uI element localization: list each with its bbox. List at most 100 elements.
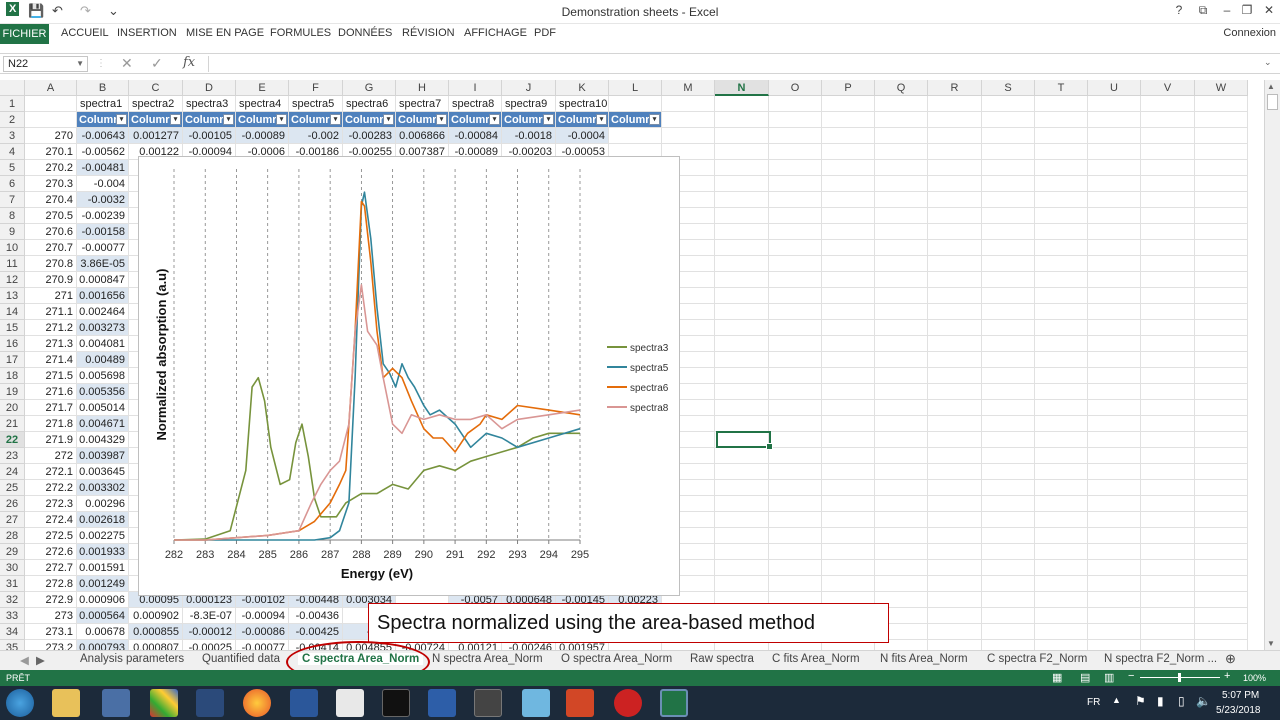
prev-sheet-icon[interactable]: ◀ xyxy=(20,653,29,667)
grid-cell[interactable] xyxy=(769,576,822,592)
grid-cell[interactable] xyxy=(982,512,1035,528)
row-header[interactable]: 35 xyxy=(0,640,25,650)
grid-cell[interactable] xyxy=(1035,608,1088,624)
grid-cell[interactable] xyxy=(1088,320,1141,336)
grid-cell[interactable] xyxy=(875,192,928,208)
sheet-tab-c-spectra-f2-norm[interactable]: C spectra F2_Norm xyxy=(987,653,1087,665)
grid-cell[interactable] xyxy=(1195,240,1248,256)
grid-cell[interactable] xyxy=(928,512,982,528)
grid-cell[interactable] xyxy=(822,480,875,496)
grid-cell[interactable] xyxy=(1195,384,1248,400)
grid-cell[interactable] xyxy=(822,336,875,352)
grid-cell[interactable] xyxy=(982,400,1035,416)
grid-cell[interactable] xyxy=(875,272,928,288)
grid-cell[interactable] xyxy=(769,208,822,224)
grid-cell[interactable] xyxy=(875,496,928,512)
grid-cell[interactable] xyxy=(822,160,875,176)
grid-cell[interactable] xyxy=(1088,384,1141,400)
grid-cell[interactable] xyxy=(1195,528,1248,544)
grid-cell[interactable] xyxy=(1195,368,1248,384)
table-data-cell[interactable]: 271.8 xyxy=(25,416,77,432)
grid-cell[interactable] xyxy=(822,528,875,544)
grid-cell[interactable] xyxy=(769,224,822,240)
spectra-header-cell[interactable]: spectra6 xyxy=(343,96,396,112)
grid-cell[interactable] xyxy=(1195,416,1248,432)
grid-cell[interactable] xyxy=(715,512,769,528)
grid-cell[interactable] xyxy=(1088,400,1141,416)
window-icon[interactable] xyxy=(474,689,502,717)
grid-cell[interactable] xyxy=(875,400,928,416)
grid-cell[interactable] xyxy=(928,288,982,304)
table-data-cell[interactable]: 0.005356 xyxy=(77,384,129,400)
grid-cell[interactable] xyxy=(928,128,982,144)
sheet-tab-o-spectra-area-norm[interactable]: O spectra Area_Norm xyxy=(561,653,672,665)
grid-cell[interactable] xyxy=(1141,384,1195,400)
grid-cell[interactable] xyxy=(1088,256,1141,272)
grid-cell[interactable] xyxy=(769,432,822,448)
table-data-cell[interactable]: 0.00489 xyxy=(77,352,129,368)
grid-cell[interactable] xyxy=(1195,544,1248,560)
grid-cell[interactable] xyxy=(1088,352,1141,368)
grid-cell[interactable] xyxy=(1141,336,1195,352)
grid-cell[interactable] xyxy=(769,304,822,320)
grid-cell[interactable] xyxy=(1141,128,1195,144)
table-data-cell[interactable]: 270.9 xyxy=(25,272,77,288)
document-icon[interactable] xyxy=(336,689,364,717)
grid-cell[interactable] xyxy=(928,640,982,650)
grid-cell[interactable] xyxy=(715,496,769,512)
grid-cell[interactable] xyxy=(875,544,928,560)
table-data-cell[interactable]: -0.00077 xyxy=(77,240,129,256)
grid-cell[interactable] xyxy=(769,560,822,576)
grid-cell[interactable] xyxy=(715,192,769,208)
table-data-cell[interactable]: -0.00436 xyxy=(289,608,343,624)
grid-cell[interactable] xyxy=(1088,496,1141,512)
grid-cell[interactable] xyxy=(1088,240,1141,256)
grid-cell[interactable] xyxy=(715,464,769,480)
table-data-cell[interactable]: 271.2 xyxy=(25,320,77,336)
pen-icon[interactable] xyxy=(522,689,550,717)
grid-cell[interactable] xyxy=(1088,560,1141,576)
grid-cell[interactable] xyxy=(982,288,1035,304)
column-header[interactable]: N xyxy=(715,80,769,96)
tab-formulas[interactable]: FORMULES xyxy=(270,27,331,39)
zoom-in-icon[interactable]: + xyxy=(1224,670,1230,682)
table-data-cell[interactable]: 0.002275 xyxy=(77,528,129,544)
grid-cell[interactable] xyxy=(822,448,875,464)
grid-cell[interactable] xyxy=(662,128,715,144)
grid-cell[interactable] xyxy=(928,528,982,544)
zoom-level[interactable]: 100% xyxy=(1243,673,1266,683)
grid-cell[interactable] xyxy=(1088,608,1141,624)
grid-cell[interactable] xyxy=(1088,304,1141,320)
help-button[interactable]: ? xyxy=(1168,3,1190,17)
grid-cell[interactable] xyxy=(822,224,875,240)
row-header[interactable]: 2 xyxy=(0,112,25,128)
table-data-cell[interactable]: -8.3E-07 xyxy=(183,608,236,624)
spectra-header-cell[interactable]: spectra5 xyxy=(289,96,343,112)
grid-cell[interactable] xyxy=(822,240,875,256)
grid-cell[interactable] xyxy=(875,304,928,320)
table-data-cell[interactable]: 271.4 xyxy=(25,352,77,368)
table-data-cell[interactable]: 0.000847 xyxy=(77,272,129,288)
grid-cell[interactable] xyxy=(1035,592,1088,608)
sheet-tab-analysis-parameters[interactable]: Analysis parameters xyxy=(80,653,184,665)
firefox-icon[interactable] xyxy=(243,689,271,717)
grid-cell[interactable] xyxy=(1035,240,1088,256)
column-header[interactable]: A xyxy=(25,80,77,96)
grid-cell[interactable] xyxy=(1035,576,1088,592)
grid-cell[interactable] xyxy=(982,304,1035,320)
spectra-header-cell[interactable]: spectra7 xyxy=(396,96,449,112)
table-data-cell[interactable]: 0.004329 xyxy=(77,432,129,448)
grid-cell[interactable] xyxy=(1195,432,1248,448)
grid-cell[interactable] xyxy=(928,480,982,496)
grid-cell[interactable] xyxy=(1035,304,1088,320)
table-data-cell[interactable]: 272.6 xyxy=(25,544,77,560)
table-data-cell[interactable]: 272.8 xyxy=(25,576,77,592)
row-header[interactable]: 14 xyxy=(0,304,25,320)
grid-cell[interactable] xyxy=(1195,448,1248,464)
sheet-tab-c-fits-area-norm[interactable]: C fits Area_Norm xyxy=(772,653,860,665)
grid-cell[interactable] xyxy=(982,160,1035,176)
row-header[interactable]: 19 xyxy=(0,384,25,400)
grid-cell[interactable] xyxy=(769,144,822,160)
grid-cell[interactable] xyxy=(875,208,928,224)
grid-cell[interactable] xyxy=(822,96,875,112)
